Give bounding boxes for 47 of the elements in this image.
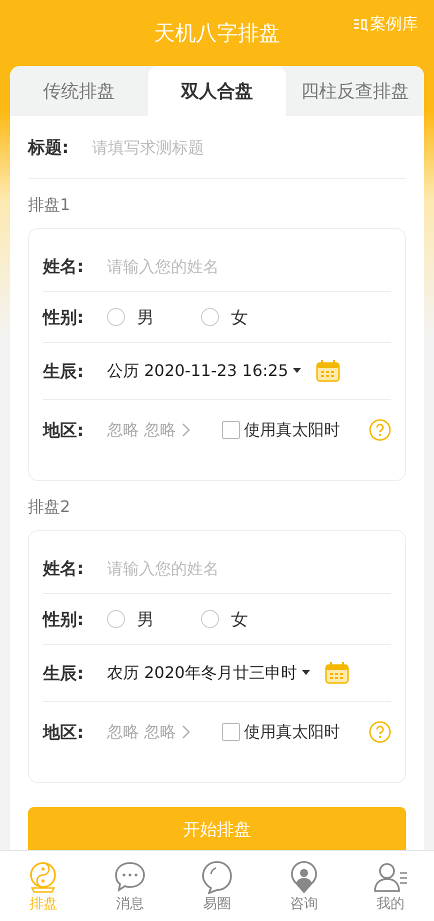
field-label: 姓名:: [43, 558, 85, 580]
nav-item[interactable]: 咨询: [260, 851, 348, 921]
radio-label: 女: [231, 608, 249, 630]
nav-item[interactable]: 消息: [86, 851, 174, 921]
caret-icon: [300, 670, 311, 676]
tab[interactable]: 传统排盘: [10, 66, 148, 116]
field-label: 地区:: [43, 420, 85, 442]
chevron-right-icon: [182, 423, 190, 437]
calendar-icon[interactable]: [324, 662, 349, 684]
section-heading: 排盘2: [28, 497, 72, 518]
section-heading: 排盘1: [28, 195, 72, 216]
nav-item[interactable]: 易圈: [174, 851, 260, 921]
nav-item[interactable]: 我的: [347, 851, 434, 921]
tab[interactable]: 双人合盘: [148, 66, 286, 116]
checkbox[interactable]: [222, 421, 240, 439]
radio-label: 女: [231, 306, 249, 328]
date-select[interactable]: 农历 2020年冬月廿三申时: [107, 662, 311, 684]
field-label: 生辰:: [43, 360, 85, 382]
checkbox[interactable]: [222, 723, 240, 741]
radio-button[interactable]: [107, 610, 125, 628]
calendar-icon[interactable]: [316, 360, 340, 382]
title-input[interactable]: 请填写求测标题: [92, 138, 406, 156]
name-input[interactable]: 请输入您的姓名: [107, 256, 391, 276]
help-icon[interactable]: [369, 419, 391, 441]
checkbox-label: 使用真太阳时: [244, 420, 340, 440]
case-icon: [353, 18, 368, 32]
chevron-right-icon: [182, 725, 190, 739]
tab[interactable]: 四柱反查排盘: [286, 66, 424, 116]
radio-label: 男: [137, 608, 155, 630]
radio-button[interactable]: [201, 308, 219, 326]
caret-icon: [292, 368, 302, 374]
radio-label: 男: [137, 306, 155, 328]
region-select[interactable]: 忽略 忽略: [107, 722, 190, 742]
field-label: 性别:: [43, 306, 85, 328]
checkbox-label: 使用真太阳时: [244, 722, 340, 742]
field-label: 性别:: [43, 608, 85, 630]
field-label: 标题:: [28, 136, 70, 158]
radio-button[interactable]: [201, 610, 219, 628]
radio-button[interactable]: [107, 308, 125, 326]
name-input[interactable]: 请输入您的姓名: [107, 558, 391, 578]
field-label: 生辰:: [43, 662, 85, 684]
help-icon[interactable]: [369, 721, 391, 743]
region-select[interactable]: 忽略 忽略: [107, 420, 190, 440]
field-label: 地区:: [43, 722, 85, 744]
app-title: 天机八字排盘: [154, 20, 280, 47]
field-label: 姓名:: [43, 256, 85, 278]
date-select[interactable]: 公历 2020-11-23 16:25: [107, 360, 302, 382]
